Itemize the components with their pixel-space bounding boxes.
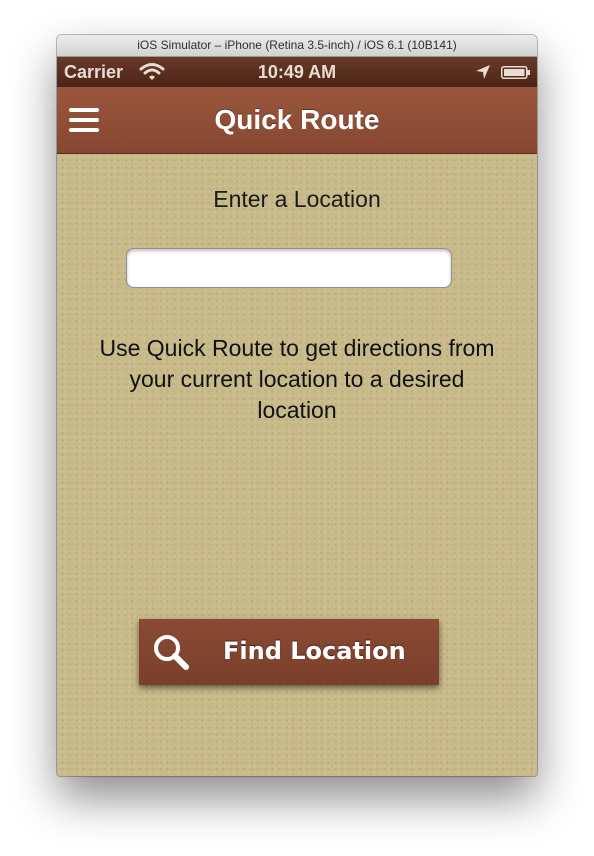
find-location-label: Find Location — [223, 637, 406, 665]
status-time: 10:49 AM — [257, 62, 337, 82]
page-title: Quick Route — [214, 104, 380, 135]
battery-icon — [501, 66, 530, 79]
nav-bar: Quick Route — [57, 87, 537, 154]
location-arrow-icon — [476, 65, 490, 79]
status-bar: Carrier 10:49 AM — [57, 57, 537, 87]
location-input[interactable] — [126, 248, 452, 288]
find-location-button[interactable]: Find Location — [139, 619, 439, 685]
simulator-window: iOS Simulator – iPhone (Retina 3.5-inch)… — [57, 35, 537, 776]
main-content: Enter a Location Use Quick Route to get … — [57, 154, 537, 776]
search-icon — [154, 635, 189, 670]
window-titlebar: iOS Simulator – iPhone (Retina 3.5-inch)… — [57, 35, 537, 57]
description-text: Use Quick Route to get directions from y… — [99, 335, 495, 423]
enter-location-label: Enter a Location — [213, 186, 381, 212]
